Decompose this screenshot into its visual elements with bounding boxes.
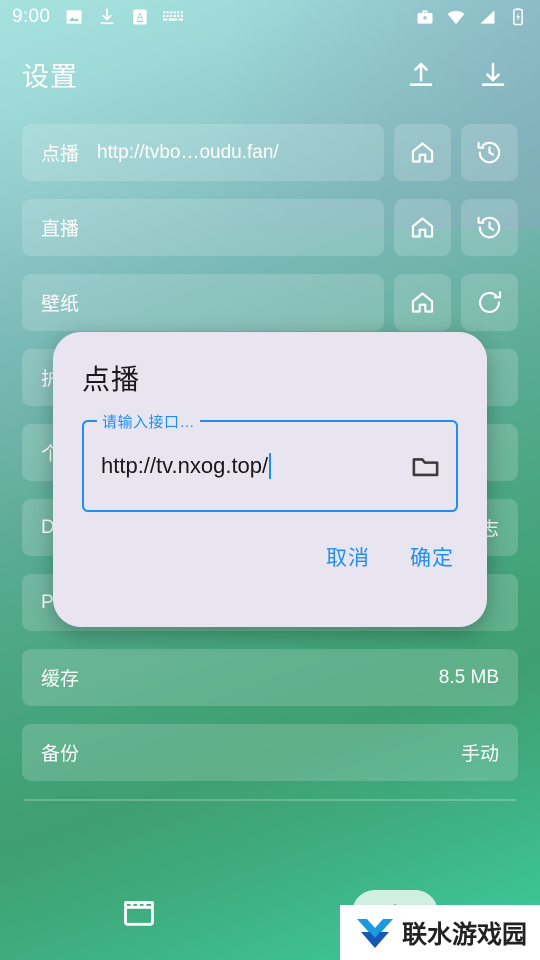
dialog-title: 点播 (82, 364, 141, 395)
text-caret (269, 453, 272, 479)
confirm-button[interactable]: 确定 (410, 542, 454, 572)
dialog-actions: 取消 确定 (82, 542, 458, 572)
phone-screen: 9:00 A 设置 点播 http://tvbo…oudu.fan/ 直播 壁纸… (0, 0, 540, 960)
watermark-logo-icon (357, 918, 393, 948)
watermark: 联水游戏园 (340, 905, 540, 960)
watermark-text: 联水游戏园 (402, 919, 528, 949)
api-url-field[interactable]: 请输入接口… http://tv.nxog.top/ (82, 411, 458, 512)
folder-picker-button[interactable] (408, 449, 442, 483)
cancel-button[interactable]: 取消 (326, 542, 370, 572)
folder-icon (412, 457, 438, 476)
api-url-field-label: 请输入接口… (97, 411, 201, 432)
api-url-input[interactable]: http://tv.nxog.top/ (101, 453, 268, 479)
dianbo-dialog: 点播 请输入接口… http://tv.nxog.top/ 取消 确定 (53, 332, 487, 627)
